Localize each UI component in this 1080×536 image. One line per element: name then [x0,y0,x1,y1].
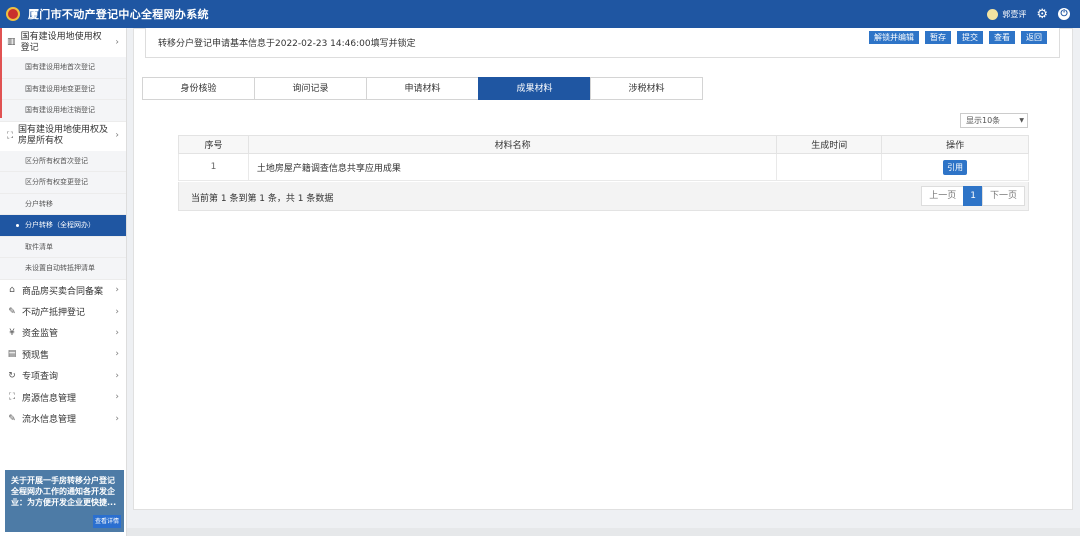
nav-group-land: ▥ 国有建设用地使用权登记 › 国有建设用地首次登记 国有建设用地变更登记 国有… [0,28,126,122]
avatar-icon [987,8,999,20]
cite-button[interactable]: 引用 [943,159,968,175]
presale-icon: ▤ [7,349,17,360]
building-icon: ▥ [7,37,16,47]
nav-head-house[interactable]: ⛶ 国有建设用地使用权及房屋所有权 › [0,122,126,151]
nav-mortgage[interactable]: ✎ 不动产抵押登记 › [0,301,126,322]
tab-results[interactable]: 成果材料 [478,77,591,100]
nav-flow[interactable]: ✎ 流水信息管理 › [0,408,126,429]
user-area: 郭壹评 ⚙ ⏻ [987,0,1070,28]
chevron-right-icon: › [115,413,119,424]
user-menu[interactable]: 郭壹评 [987,8,1027,20]
page-1-button[interactable]: 1 [963,186,983,206]
notice-more-link[interactable]: 查看详情 [92,515,121,528]
chevron-right-icon: › [115,349,119,360]
nav-label: 预现售 [22,350,50,361]
sub-item-change[interactable]: 区分所有权变更登记 [0,172,126,194]
chevron-right-icon: › [115,327,119,338]
cell-op: 引用 [881,153,1029,181]
col-header-name: 材料名称 [247,135,778,154]
submenu-house: 区分所有权首次登记 区分所有权变更登记 分户转移 分户转移（全程网办） 取件清单… [0,150,126,280]
map-icon: ⛶ [6,130,14,141]
query-icon: ↻ [8,370,16,381]
tab-identity[interactable]: 身份核验 [142,77,255,100]
sub-item-land-first[interactable]: 国有建设用地首次登记 [0,57,126,79]
house-info-icon: ⛶ [8,392,16,403]
main-panel [133,28,1073,510]
sub-item-transfer[interactable]: 分户转移 [0,194,126,215]
bottom-strip [127,528,1080,536]
chevron-right-icon: › [115,306,119,317]
sidebar: ▥ 国有建设用地使用权登记 › 国有建设用地首次登记 国有建设用地变更登记 国有… [0,28,127,536]
flow-icon: ✎ [8,413,16,424]
view-button[interactable]: 查看 [989,31,1015,44]
notice-text: 关于开展一手房转移分户登记全程网办工作的通知各开发企业：为方便开发企业更快捷..… [11,476,117,507]
sub-item-land-cancel[interactable]: 国有建设用地注销登记 [0,100,126,122]
col-header-time: 生成时间 [776,135,883,154]
gear-icon[interactable]: ⚙ [1036,8,1048,21]
emblem-icon [6,7,20,21]
chevron-right-icon: › [115,285,119,296]
chevron-right-icon: › [115,130,119,141]
prev-page-button[interactable]: 上一页 [921,186,965,206]
power-icon[interactable]: ⏻ [1058,8,1070,20]
nav-presale[interactable]: ▤ 预现售 › [0,344,126,365]
chevron-right-icon: › [115,37,119,47]
cell-time [776,153,883,181]
nav-group-house: ⛶ 国有建设用地使用权及房屋所有权 › 区分所有权首次登记 区分所有权变更登记 … [0,122,126,280]
nav-label: 资金监管 [22,329,59,340]
sub-item-pickup[interactable]: 取件清单 [0,237,126,258]
materials-table: 序号 材料名称 生成时间 操作 1 土地房屋产籍调查信息共享应用成果 引用 [178,135,1029,181]
nav-head-land[interactable]: ▥ 国有建设用地使用权登记 › [0,28,126,57]
money-icon: ¥ [9,327,15,338]
tab-bar: 身份核验 询问记录 申请材料 成果材料 涉税材料 [142,77,703,100]
sub-item-land-change[interactable]: 国有建设用地变更登记 [0,79,126,100]
app-title: 厦门市不动产登记中心全程网办系统 [28,8,209,21]
next-page-button[interactable]: 下一页 [981,186,1025,206]
header-buttons: 解锁并编辑 暂存 提交 查看 返回 [869,31,1047,44]
table-row: 1 土地房屋产籍调查信息共享应用成果 引用 [178,153,1029,181]
top-bar: 厦门市不动产登记中心全程网办系统 郭壹评 ⚙ ⏻ [0,0,1080,28]
table-footer: 当前第 1 条到第 1 条，共 1 条数据 上一页 1 下一页 [178,182,1029,211]
nav-head-label: 国有建设用地使用权登记 [20,31,102,53]
cell-num: 1 [178,153,249,181]
back-button[interactable]: 返回 [1021,31,1047,44]
nav-label: 不动产抵押登记 [22,308,86,319]
info-header: 转移分户登记申请基本信息于2022-02-23 14:46:00填写并锁定 解锁… [145,28,1060,58]
nav-fund[interactable]: ¥ 资金监管 › [0,322,126,343]
tab-application[interactable]: 申请材料 [366,77,479,100]
nav-label: 专项查询 [22,372,59,383]
nav-query[interactable]: ↻ 专项查询 › [0,365,126,386]
page-size-select[interactable]: 显示10条 ▼ [960,113,1028,128]
unlock-edit-button[interactable]: 解锁并编辑 [869,31,919,44]
nav-label: 商品房买卖合同备案 [22,286,104,297]
notice-card[interactable]: 关于开展一手房转移分户登记全程网办工作的通知各开发企业：为方便开发企业更快捷..… [5,470,124,532]
submenu-land: 国有建设用地首次登记 国有建设用地变更登记 国有建设用地注销登记 [0,57,126,122]
tab-tax[interactable]: 涉税材料 [590,77,703,100]
user-name: 郭壹评 [1002,9,1027,19]
save-draft-button[interactable]: 暂存 [925,31,951,44]
submit-button[interactable]: 提交 [957,31,983,44]
col-header-op: 操作 [881,135,1029,154]
nav-contract-filing[interactable]: ⌂ 商品房买卖合同备案 › [0,280,126,301]
table-header-row: 序号 材料名称 生成时间 操作 [178,135,1029,154]
cell-name: 土地房屋产籍调查信息共享应用成果 [247,153,778,181]
tab-inquiry[interactable]: 询问记录 [254,77,367,100]
record-count-text: 当前第 1 条到第 1 条，共 1 条数据 [191,194,334,204]
sub-item-transfer-online[interactable]: 分户转移（全程网办） [0,215,126,237]
caret-down-icon: ▼ [1019,117,1024,124]
chevron-right-icon: › [115,392,119,403]
pagination: 上一页 1 下一页 [921,186,1025,206]
home-icon: ⌂ [9,285,15,296]
chevron-right-icon: › [115,370,119,381]
nav-label: 流水信息管理 [22,415,77,426]
nav-head-label: 国有建设用地使用权及房屋所有权 [18,125,109,146]
page-size-value: 显示10条 [966,116,1001,125]
sub-item-first[interactable]: 区分所有权首次登记 [0,151,126,172]
lock-info-text: 转移分户登记申请基本信息于2022-02-23 14:46:00填写并锁定 [158,39,416,49]
nav-label: 房源信息管理 [22,393,77,404]
sub-item-mortgage-list[interactable]: 未设置自动转抵押清单 [0,258,126,280]
nav-house-info[interactable]: ⛶ 房源信息管理 › [0,386,126,407]
col-header-num: 序号 [178,135,249,154]
edit-icon: ✎ [8,306,16,317]
